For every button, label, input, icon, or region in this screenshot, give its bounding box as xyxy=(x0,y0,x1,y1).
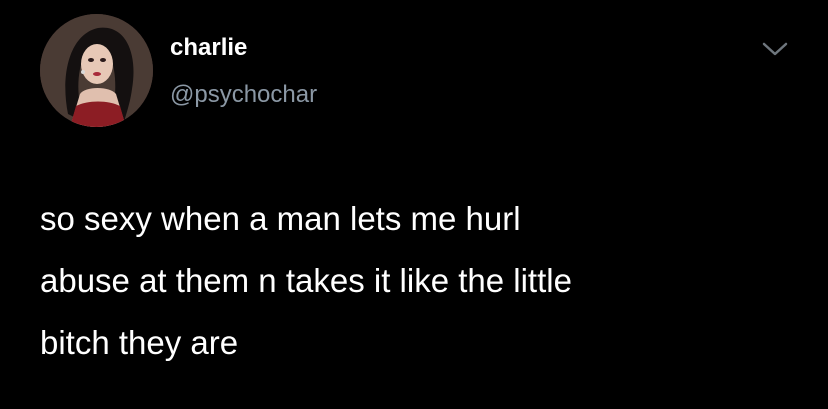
tweet-card: charlie @psychochar so sexy when a man l… xyxy=(0,0,828,409)
chevron-down-icon xyxy=(762,42,788,56)
user-handle[interactable]: @psychochar xyxy=(170,80,317,110)
display-name[interactable]: charlie xyxy=(170,33,247,63)
avatar[interactable] xyxy=(40,14,153,127)
tweet-text: so sexy when a man lets me hurl abuse at… xyxy=(40,188,780,374)
avatar-image xyxy=(40,14,153,127)
tweet-menu-button[interactable] xyxy=(760,38,790,60)
tweet-text-line: bitch they are xyxy=(40,324,239,361)
tweet-text-line: so sexy when a man lets me hurl xyxy=(40,200,521,237)
tweet-text-line: abuse at them n takes it like the little xyxy=(40,262,572,299)
